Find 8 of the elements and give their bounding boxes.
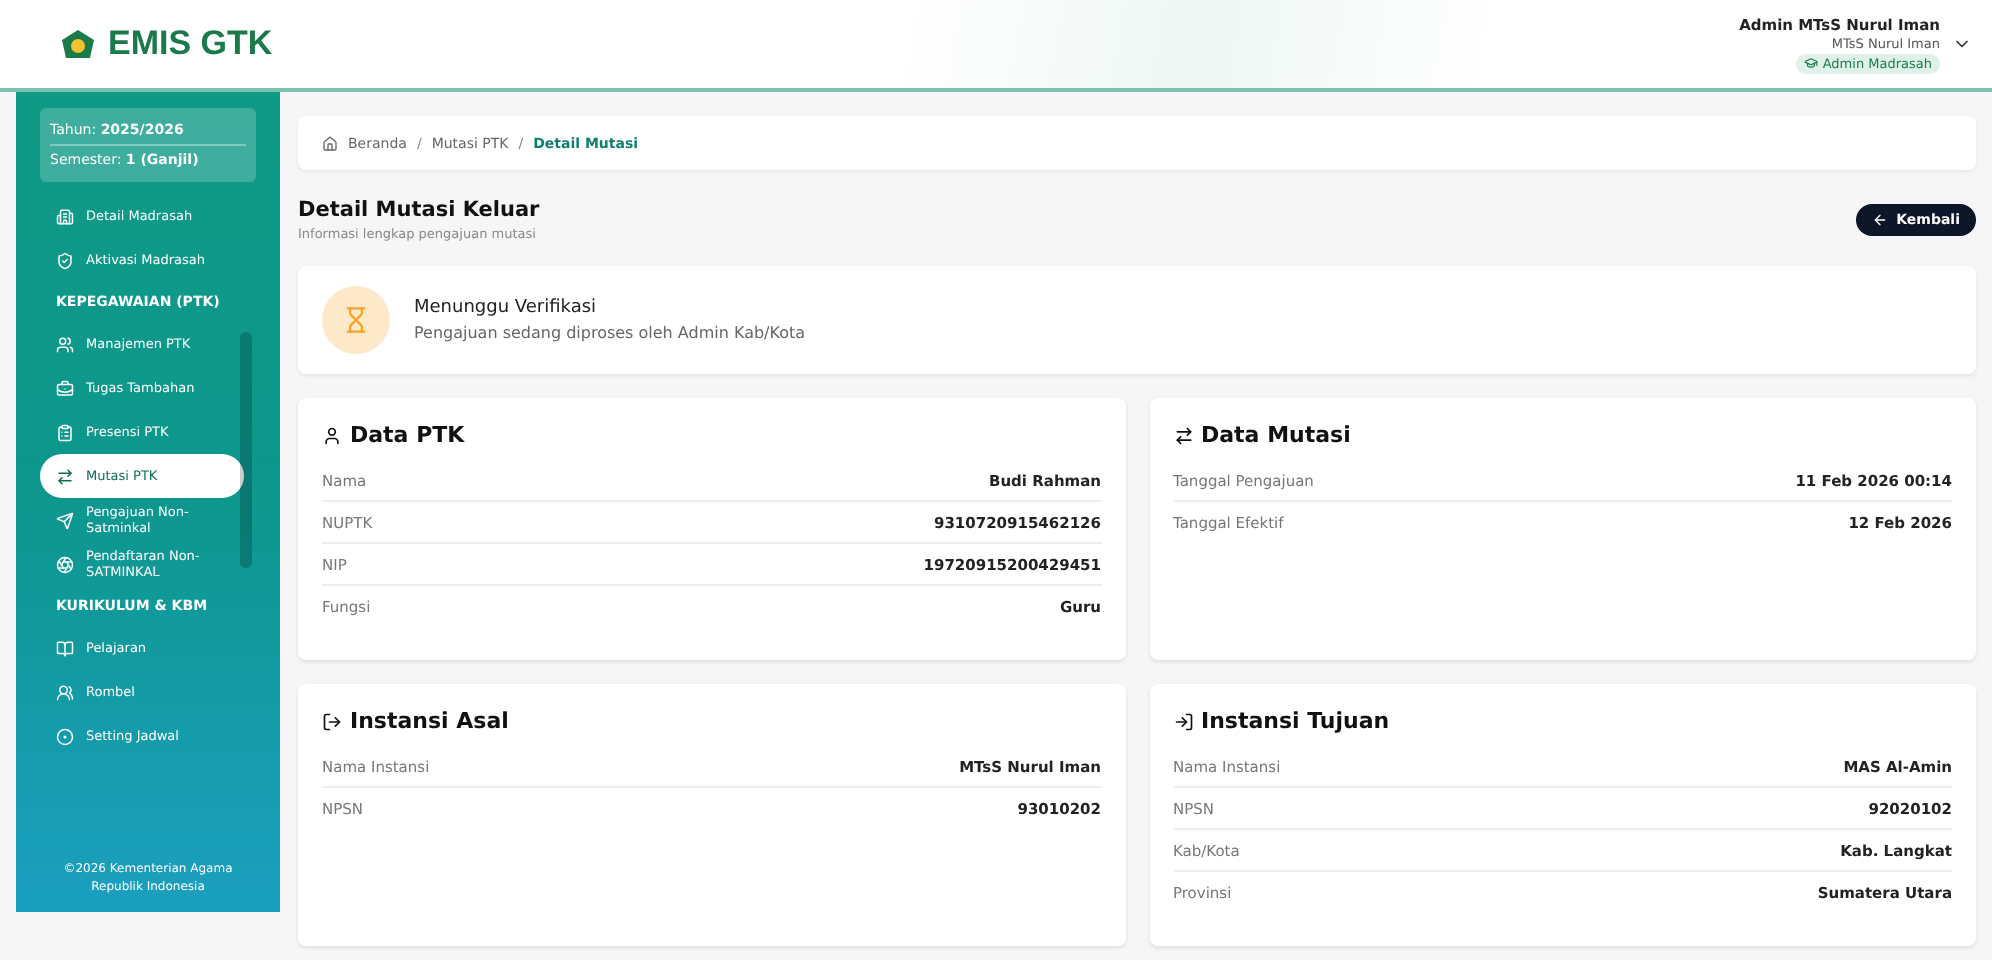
page-title: Detail Mutasi Keluar: [298, 198, 540, 222]
status-title: Menunggu Verifikasi: [414, 298, 599, 318]
card-title: Data PTK: [350, 422, 465, 448]
card-title: Data Mutasi: [1201, 422, 1351, 448]
card-title: Instansi Asal: [350, 708, 509, 734]
logo-text: EMIS GTK: [108, 24, 273, 64]
card-title: Instansi Tujuan: [1201, 708, 1390, 734]
status-message: Pengajuan sedang diproses oleh Admin Kab/Kota: [414, 324, 806, 342]
